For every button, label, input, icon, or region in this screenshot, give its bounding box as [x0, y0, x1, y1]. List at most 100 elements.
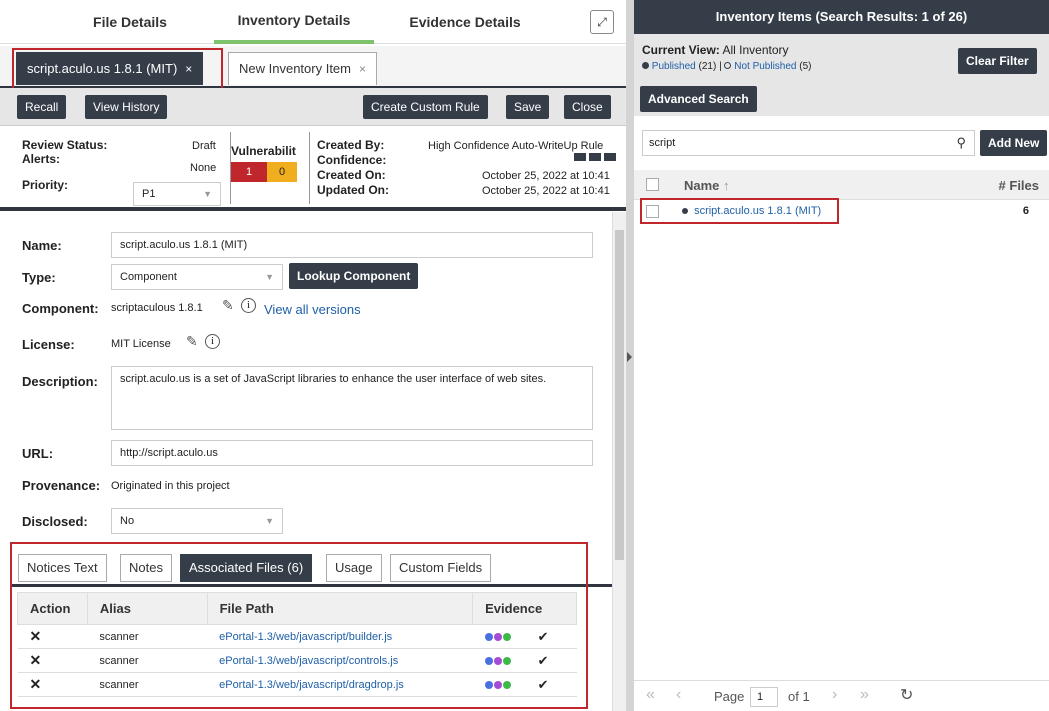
view-all-versions-link[interactable]: View all versions: [264, 302, 361, 317]
check-icon: ✔: [537, 652, 549, 668]
associated-files-table: Action Alias File Path Evidence ✕ scanne…: [17, 592, 577, 697]
review-status-label: Review Status:: [22, 138, 108, 152]
select-all-checkbox[interactable]: [646, 178, 659, 191]
table-row[interactable]: ✕ scanner ePortal-1.3/web/javascript/bui…: [17, 624, 577, 649]
status-panel: Review Status: Draft Alerts: None Priori…: [0, 128, 626, 211]
evidence-dot-icon: [502, 680, 511, 689]
file-path-link[interactable]: ePortal-1.3/web/javascript/builder.js: [207, 624, 473, 649]
panel-splitter[interactable]: [626, 0, 634, 711]
current-view-label: Current View:: [642, 43, 720, 57]
evidence-dot-icon: [493, 656, 502, 665]
inventory-item-tabs: script.aculo.us 1.8.1 (MIT) × New Invento…: [0, 46, 626, 88]
scrollbar-thumb[interactable]: [615, 230, 624, 560]
edit-icon[interactable]: ✎: [186, 333, 198, 350]
created-on-label: Created On:: [317, 168, 386, 182]
row-checkbox[interactable]: [646, 205, 659, 218]
remove-icon[interactable]: ✕: [17, 624, 88, 649]
item-tab-active[interactable]: script.aculo.us 1.8.1 (MIT) ×: [16, 52, 204, 85]
info-icon[interactable]: i: [205, 334, 220, 349]
evidence-cell: ✔: [472, 624, 577, 649]
close-icon[interactable]: ×: [185, 62, 192, 76]
col-files[interactable]: # Files: [999, 178, 1039, 193]
table-row[interactable]: ✕ scanner ePortal-1.3/web/javascript/dra…: [17, 672, 577, 697]
confidence-label: Confidence:: [317, 153, 387, 167]
results-header: Inventory Items (Search Results: 1 of 26…: [634, 0, 1049, 34]
name-input[interactable]: script.aculo.us 1.8.1 (MIT): [111, 232, 593, 258]
chevron-down-icon: ▼: [265, 272, 274, 282]
inventory-details-panel: File Details Inventory Details Evidence …: [0, 0, 626, 711]
evidence-cell: ✔: [472, 672, 577, 697]
table-row[interactable]: ✕ scanner ePortal-1.3/web/javascript/con…: [17, 648, 577, 673]
description-textarea[interactable]: script.aculo.us is a set of JavaScript l…: [111, 366, 593, 430]
advanced-search-button[interactable]: Advanced Search: [640, 86, 757, 112]
tab-notes[interactable]: Notes: [120, 554, 172, 582]
priority-select[interactable]: P1 ▼: [133, 182, 221, 206]
close-button[interactable]: Close: [564, 95, 611, 119]
save-button[interactable]: Save: [506, 95, 550, 119]
close-icon[interactable]: ×: [359, 62, 366, 76]
url-input[interactable]: http://script.aculo.us: [111, 440, 593, 466]
file-alias: scanner: [87, 672, 208, 697]
col-name[interactable]: Name ↑: [684, 178, 730, 193]
edit-icon[interactable]: ✎: [222, 297, 234, 314]
review-status-value: Draft: [192, 140, 216, 152]
view-history-button[interactable]: View History: [85, 95, 168, 119]
chevron-right-icon[interactable]: [627, 352, 632, 362]
recall-button[interactable]: Recall: [17, 95, 67, 119]
refresh-icon[interactable]: ↻: [900, 685, 913, 705]
clear-filter-button[interactable]: Clear Filter: [958, 48, 1037, 74]
detail-sub-tabs: Notices Text Notes Associated Files (6) …: [10, 548, 582, 586]
tab-inventory-details[interactable]: Inventory Details: [214, 0, 374, 44]
first-page-icon[interactable]: «: [646, 686, 655, 704]
updated-on-value: October 25, 2022 at 10:41: [482, 185, 610, 197]
evidence-dot-icon: [493, 680, 502, 689]
file-path-link[interactable]: ePortal-1.3/web/javascript/dragdrop.js: [207, 672, 473, 697]
page-input[interactable]: 1: [750, 687, 778, 707]
toolbar: Recall View History Create Custom Rule S…: [0, 88, 626, 126]
tab-custom-fields[interactable]: Custom Fields: [390, 554, 492, 582]
filter-bar: Current View: All Inventory Published (2…: [634, 34, 1049, 116]
disclosed-label: Disclosed:: [22, 514, 88, 529]
vulnerability-label: Vulnerabilit: [231, 144, 296, 158]
type-select[interactable]: Component ▼: [111, 264, 283, 290]
evidence-dot-icon: [493, 632, 502, 641]
item-tab-new[interactable]: New Inventory Item ×: [228, 52, 378, 85]
expand-icon[interactable]: ⤢: [590, 10, 614, 34]
remove-icon[interactable]: ✕: [17, 648, 88, 673]
evidence-dot-icon: [484, 656, 493, 665]
name-label: Name:: [22, 238, 62, 253]
not-published-dot-icon: [724, 62, 732, 69]
disclosed-select[interactable]: No ▼: [111, 508, 283, 534]
next-page-icon[interactable]: ›: [832, 686, 837, 704]
component-label: Component:: [22, 301, 99, 316]
of-pages: of 1: [788, 689, 810, 704]
remove-icon[interactable]: ✕: [17, 672, 88, 697]
search-icon[interactable]: ⚲: [956, 131, 966, 155]
divider: [10, 584, 612, 587]
tab-notices-text[interactable]: Notices Text: [18, 554, 107, 582]
tab-usage[interactable]: Usage: [326, 554, 382, 582]
file-path-link[interactable]: ePortal-1.3/web/javascript/controls.js: [207, 648, 473, 673]
tab-file-details[interactable]: File Details: [60, 0, 200, 44]
evidence-dot-icon: [502, 632, 511, 641]
evidence-dot-icon: [502, 656, 511, 665]
row-files: 6: [1022, 205, 1029, 217]
lookup-component-button[interactable]: Lookup Component: [289, 263, 419, 289]
tab-associated-files[interactable]: Associated Files (6): [180, 554, 313, 582]
tab-evidence-details[interactable]: Evidence Details: [390, 0, 540, 44]
vuln-high-count[interactable]: 1: [231, 162, 267, 182]
last-page-icon[interactable]: »: [860, 686, 869, 704]
form-scrollbar[interactable]: [612, 212, 626, 711]
prev-page-icon[interactable]: ‹: [676, 686, 681, 704]
row-name[interactable]: script.aculo.us 1.8.1 (MIT): [682, 205, 821, 217]
table-row[interactable]: script.aculo.us 1.8.1 (MIT) 6: [634, 200, 1049, 224]
search-input[interactable]: script ⚲: [642, 130, 975, 156]
vuln-medium-count[interactable]: 0: [267, 162, 297, 182]
add-new-button[interactable]: Add New: [980, 130, 1048, 156]
inventory-items-panel: Inventory Items (Search Results: 1 of 26…: [634, 0, 1049, 711]
not-published-link[interactable]: Not Published: [734, 61, 796, 72]
provenance-label: Provenance:: [22, 478, 101, 493]
info-icon[interactable]: i: [241, 298, 256, 313]
create-custom-rule-button[interactable]: Create Custom Rule: [363, 95, 488, 119]
published-link[interactable]: Published: [652, 61, 696, 72]
